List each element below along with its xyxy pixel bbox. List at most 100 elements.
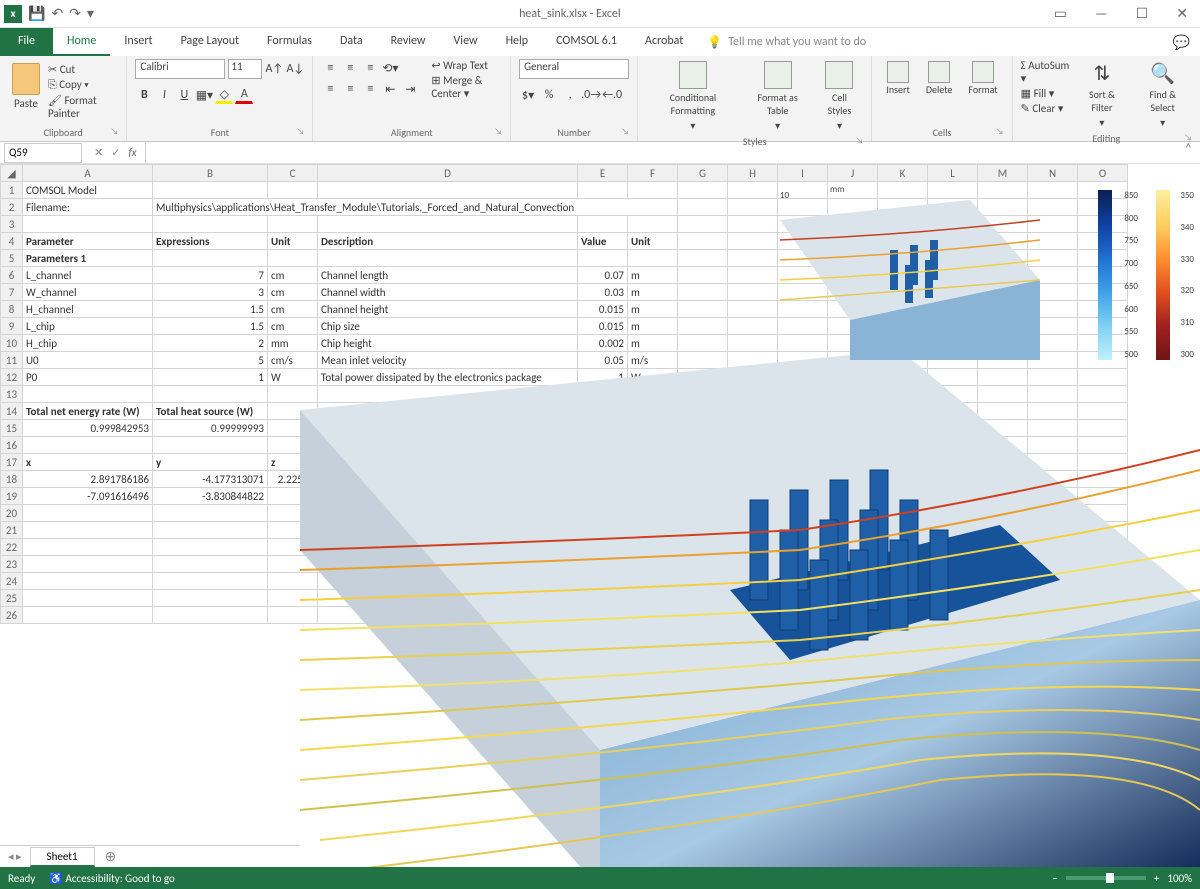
cell-B16[interactable] [153,437,268,454]
cell-F14[interactable] [628,403,678,420]
cell-E24[interactable] [578,573,628,590]
cell-N21[interactable] [1028,522,1078,539]
cell-C23[interactable] [268,556,318,573]
cell-G3[interactable] [678,216,728,233]
cell-N23[interactable] [1028,556,1078,573]
collapse-ribbon-icon[interactable]: ˄ [1184,140,1192,157]
underline-button[interactable]: U [175,86,193,104]
cell-J18[interactable] [828,471,878,488]
cell-F16[interactable] [628,437,678,454]
cell-D6[interactable]: Channel length [318,267,578,284]
cell-E16[interactable] [578,437,628,454]
cell-E23[interactable] [578,556,628,573]
col-header-M[interactable]: M [978,165,1028,182]
cell-E21[interactable] [578,522,628,539]
col-header-L[interactable]: L [928,165,978,182]
cell-O16[interactable] [1078,437,1128,454]
cell-D3[interactable] [318,216,578,233]
cell-C10[interactable]: mm [268,335,318,352]
insert-function-icon[interactable]: fx [128,146,136,159]
cell-B12[interactable]: 1 [153,369,268,386]
cell-M21[interactable] [978,522,1028,539]
cell-A14[interactable]: Total net energy rate (W) [23,403,153,420]
row-header-25[interactable]: 25 [1,590,23,607]
maximize-button[interactable]: ☐ [1128,3,1157,24]
cell-F20[interactable] [628,505,678,522]
cell-H20[interactable] [728,505,778,522]
cell-D10[interactable]: Chip height [318,335,578,352]
cell-C15[interactable] [268,420,318,437]
cell-B18[interactable]: -4.177313071 [153,471,268,488]
cell-B4[interactable]: Expressions [153,233,268,250]
cell-K14[interactable] [878,403,928,420]
cell-A1[interactable]: COMSOL Model [23,182,153,199]
cell-E14[interactable] [578,403,628,420]
autosum-button[interactable]: Σ AutoSum ▾ [1021,59,1071,85]
cell-B9[interactable]: 1.5 [153,318,268,335]
cell-N20[interactable] [1028,505,1078,522]
enter-formula-icon[interactable]: ✓ [111,146,120,159]
cell-C22[interactable] [268,539,318,556]
col-header-C[interactable]: C [268,165,318,182]
cell-H24[interactable] [728,573,778,590]
row-header-20[interactable]: 20 [1,505,23,522]
cell-N26[interactable] [1028,607,1078,624]
cell-A16[interactable] [23,437,153,454]
sheet-tab-sheet1[interactable]: Sheet1 [30,847,95,867]
cell-D22[interactable] [318,539,578,556]
cell-M17[interactable] [978,454,1028,471]
find-select-button[interactable]: 🔍Find & Select ▾ [1133,59,1192,131]
cell-C24[interactable] [268,573,318,590]
cell-D9[interactable]: Chip size [318,318,578,335]
cell-H23[interactable] [728,556,778,573]
row-header-10[interactable]: 10 [1,335,23,352]
cell-L18[interactable] [928,471,978,488]
row-header-1[interactable]: 1 [1,182,23,199]
cell-F8[interactable]: m [628,301,678,318]
cell-F15[interactable] [628,420,678,437]
col-header-D[interactable]: D [318,165,578,182]
cell-M18[interactable] [978,471,1028,488]
cell-A4[interactable]: Parameter [23,233,153,250]
cell-C5[interactable] [268,250,318,267]
row-header-24[interactable]: 24 [1,573,23,590]
cell-E6[interactable]: 0.07 [578,267,628,284]
accessibility-status[interactable]: ♿ Accessibility: Good to go [49,872,174,885]
cell-N14[interactable] [1028,403,1078,420]
cell-M1[interactable] [978,182,1028,199]
cell-N24[interactable] [1028,573,1078,590]
cell-A21[interactable] [23,522,153,539]
cell-B10[interactable]: 2 [153,335,268,352]
cell-M14[interactable] [978,403,1028,420]
cell-N25[interactable] [1028,590,1078,607]
cell-F18[interactable] [628,471,678,488]
cell-G23[interactable] [678,556,728,573]
cell-A2[interactable]: Filename: [23,199,153,216]
cell-A13[interactable] [23,386,153,403]
cell-I26[interactable] [778,607,828,624]
cell-A26[interactable] [23,607,153,624]
cell-I18[interactable] [778,471,828,488]
select-all-corner[interactable]: ◢ [1,165,23,182]
cell-F9[interactable]: m [628,318,678,335]
conditional-formatting-button[interactable]: Conditional Formatting ▾ [646,59,740,134]
cell-L17[interactable] [928,454,978,471]
cell-C16[interactable] [268,437,318,454]
cell-A20[interactable] [23,505,153,522]
cell-K26[interactable] [878,607,928,624]
cell-N19[interactable] [1028,488,1078,505]
col-header-A[interactable]: A [23,165,153,182]
cell-M16[interactable] [978,437,1028,454]
cell-K15[interactable] [878,420,928,437]
row-header-21[interactable]: 21 [1,522,23,539]
name-box[interactable]: Q59 [4,143,82,163]
cell-I23[interactable] [778,556,828,573]
tab-comsol[interactable]: COMSOL 6.1 [542,28,631,56]
cell-C13[interactable] [268,386,318,403]
cell-F24[interactable] [628,573,678,590]
cell-O26[interactable] [1078,607,1128,624]
cell-N18[interactable] [1028,471,1078,488]
cell-G24[interactable] [678,573,728,590]
cell-O19[interactable] [1078,488,1128,505]
cell-N17[interactable] [1028,454,1078,471]
